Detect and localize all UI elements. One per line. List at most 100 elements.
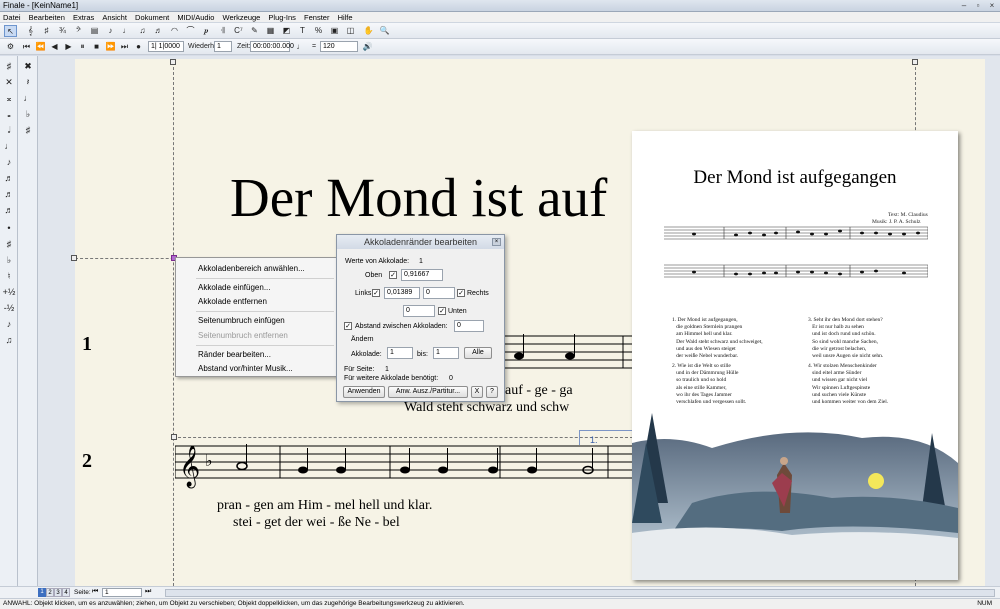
repeat-field[interactable]: 1	[214, 41, 232, 52]
repeat-tool-icon[interactable]: 𝄇	[216, 25, 229, 37]
first-page-icon[interactable]: ⏮	[92, 588, 98, 596]
key-signature-tool-icon[interactable]: ♯	[40, 25, 53, 37]
system-from-field[interactable]: 1	[387, 347, 413, 359]
menu-datei[interactable]: Datei	[0, 12, 24, 23]
step-back-icon[interactable]: ◀	[48, 41, 61, 53]
smart-shape-tool-icon[interactable]: ◠	[168, 25, 181, 37]
special-tools-icon[interactable]: ◫	[344, 25, 357, 37]
tempo-note-icon[interactable]: ♩	[294, 41, 307, 53]
simple-entry-tool-icon[interactable]: ♩	[120, 25, 133, 37]
palette-tie-icon[interactable]: ♫	[1, 334, 17, 346]
palette-sixteenth-note-icon[interactable]: ♬	[1, 172, 17, 184]
dialog-x-button[interactable]: X	[471, 386, 483, 398]
dialog-close-button[interactable]: ×	[492, 238, 501, 246]
palette-note-icon[interactable]: ♩	[20, 92, 36, 104]
lyrics-staff2-line1[interactable]: pran - gen am Him - mel hell und klar.	[217, 498, 432, 514]
rewind-start-icon[interactable]: ⏮	[20, 41, 33, 53]
palette-half-note-icon[interactable]: 𝅗𝅥	[1, 124, 17, 136]
repeat-ending-label[interactable]: 1.	[590, 435, 598, 445]
articulation-tool-icon[interactable]: ⌒	[184, 25, 197, 37]
stop-icon[interactable]: ■	[90, 41, 103, 53]
graphics-tool-icon[interactable]: ◩	[280, 25, 293, 37]
bottom-field[interactable]: 0	[403, 305, 435, 317]
score-title[interactable]: Der Mond ist auf	[230, 166, 607, 229]
menu-extras[interactable]: Extras	[70, 12, 97, 23]
palette-mark-icon[interactable]: ✕	[1, 76, 17, 88]
lyrics-staff1-line2[interactable]: Wald steht schwarz und schw	[404, 400, 569, 416]
last-page-icon[interactable]: ⏭	[145, 588, 151, 596]
page-tab-3[interactable]: 3	[54, 588, 62, 597]
page-tab-2[interactable]: 2	[46, 588, 54, 597]
system-to-field[interactable]: 1	[433, 347, 459, 359]
selection-tool-icon[interactable]: ↖	[4, 25, 17, 37]
maximize-button[interactable]: ▫	[972, 1, 984, 11]
palette-grace-note-icon[interactable]: ♪	[1, 318, 17, 330]
system-handle[interactable]	[71, 255, 77, 261]
chord-tool-icon[interactable]: C⁷	[232, 25, 245, 37]
time-field[interactable]: 00:00:00.000	[250, 41, 294, 52]
ossia-tool-icon[interactable]: ▦	[264, 25, 277, 37]
left-field[interactable]: 0,01389	[384, 287, 420, 299]
left-checkbox[interactable]: ✓	[372, 289, 380, 297]
palette-64th-note-icon[interactable]: ♬	[1, 204, 17, 216]
page-tab-4[interactable]: 4	[62, 588, 70, 597]
palette-eighth-note-icon[interactable]: ♪	[1, 156, 17, 168]
palette-half-flat-icon[interactable]: -½	[1, 302, 17, 314]
zoom-tool-icon[interactable]: 🔍	[378, 25, 391, 37]
right-field[interactable]: 0	[423, 287, 455, 299]
menu-item-edit-margins[interactable]: Ränder bearbeiten...	[198, 350, 271, 359]
speedy-entry-tool-icon[interactable]: ♫	[136, 25, 149, 37]
menu-item-insert-page-break[interactable]: Seitenumbruch einfügen	[198, 316, 285, 325]
menu-item-remove-system[interactable]: Akkolade entfernen	[198, 297, 267, 306]
staff-2[interactable]: 𝄞 ♭	[175, 440, 635, 500]
palette-double-sharp-icon[interactable]: 𝄪	[1, 92, 17, 104]
close-button[interactable]: ×	[986, 1, 998, 11]
menu-item-space-around-music[interactable]: Abstand vor/hinter Musik...	[198, 364, 293, 373]
horizontal-scrollbar[interactable]	[165, 589, 995, 597]
speaker-icon[interactable]: 🔊	[361, 41, 374, 53]
page-tab-1[interactable]: 1	[38, 588, 46, 597]
palette-flat-icon[interactable]: ♭	[1, 254, 17, 266]
spacing-field[interactable]: 0	[454, 320, 484, 332]
tuplet-tool-icon[interactable]: ♬	[152, 25, 165, 37]
menu-item-remove-page-break[interactable]: Seitenumbruch entfernen	[198, 331, 288, 340]
apply-parts-score-button[interactable]: Anw. Ausz./Partitur...	[388, 386, 468, 398]
right-checkbox[interactable]: ✓	[457, 289, 465, 297]
expression-tool-icon[interactable]: 𝆏	[200, 25, 213, 37]
top-checkbox[interactable]: ✓	[389, 271, 397, 279]
fast-forward-end-icon[interactable]: ⏭	[118, 41, 131, 53]
lyrics-staff1-line1[interactable]: auf - ge - ga	[505, 383, 573, 399]
page-layout-tool-icon[interactable]: ▣	[328, 25, 341, 37]
tempo-field[interactable]: 120	[320, 41, 358, 52]
note-mover-tool-icon[interactable]: ♪	[104, 25, 117, 37]
menu-midi-audio[interactable]: MIDI/Audio	[174, 12, 217, 23]
menu-item-insert-system[interactable]: Akkolade einfügen...	[198, 283, 271, 292]
palette-32nd-note-icon[interactable]: ♬	[1, 188, 17, 200]
bottom-checkbox[interactable]: ✓	[438, 307, 446, 315]
dialog-help-button[interactable]: ?	[486, 386, 498, 398]
palette-quarter-note-icon[interactable]: ♩	[1, 140, 17, 152]
menu-werkzeuge[interactable]: Werkzeuge	[220, 12, 264, 23]
hand-grabber-icon[interactable]: ✋	[362, 25, 375, 37]
palette-whole-note-icon[interactable]: 𝅝	[1, 108, 17, 120]
measure-tool-icon[interactable]: ▤	[88, 25, 101, 37]
palette-flat2-icon[interactable]: ♭	[20, 108, 36, 120]
resize-tool-icon[interactable]: %	[312, 25, 325, 37]
menu-item-select-system-range[interactable]: Akkoladenbereich anwählen...	[198, 264, 305, 273]
palette-rest-icon[interactable]: 𝄽	[20, 76, 36, 88]
page-field[interactable]: 1	[102, 588, 142, 597]
menu-bearbeiten[interactable]: Bearbeiten	[26, 12, 68, 23]
staff-tool-icon[interactable]: 𝄞	[24, 25, 37, 37]
note[interactable]	[565, 352, 575, 360]
play-icon[interactable]: ▶	[62, 41, 75, 53]
palette-sharp-accidental-icon[interactable]: ♯	[1, 238, 17, 250]
menu-ansicht[interactable]: Ansicht	[99, 12, 130, 23]
apply-button[interactable]: Anwenden	[343, 386, 385, 398]
minimize-button[interactable]: –	[958, 1, 970, 11]
forward-icon[interactable]: ⏩	[104, 41, 117, 53]
clef-tool-icon[interactable]: 𝄢	[72, 25, 85, 37]
margin-handle[interactable]	[912, 59, 918, 65]
palette-sharp-icon[interactable]: ♯	[1, 60, 17, 72]
repeat-ending-bracket[interactable]	[579, 430, 634, 445]
menu-hilfe[interactable]: Hilfe	[335, 12, 356, 23]
